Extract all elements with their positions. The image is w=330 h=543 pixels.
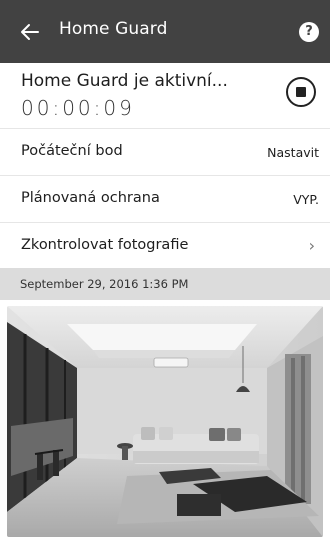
- start-point-value[interactable]: Nastavit: [267, 145, 319, 160]
- scheduled-protection-value[interactable]: VYP.: [293, 192, 319, 207]
- page-title: Home Guard: [59, 19, 168, 39]
- captured-photo[interactable]: [7, 306, 323, 537]
- check-photos-label: Zkontrolovat fotografie: [21, 237, 189, 253]
- home-guard-screen: Home Guard ? Home Guard je aktivní... 00…: [0, 0, 330, 543]
- photo-date: September 29, 2016 1:36 PM: [20, 277, 189, 291]
- status-panel: Home Guard je aktivní... 00:00:09: [0, 63, 330, 129]
- start-point-row[interactable]: Počáteční bod Nastavit: [0, 129, 330, 176]
- status-text: Home Guard je aktivní...: [21, 71, 228, 91]
- start-point-label: Počáteční bod: [21, 143, 123, 159]
- scheduled-protection-label: Plánovaná ochrana: [21, 190, 160, 206]
- help-icon[interactable]: ?: [299, 22, 319, 42]
- check-photos-row[interactable]: Zkontrolovat fotografie ›: [0, 223, 330, 270]
- stop-icon[interactable]: [286, 77, 316, 107]
- scheduled-protection-row[interactable]: Plánovaná ochrana VYP.: [0, 176, 330, 223]
- back-arrow-icon[interactable]: [18, 20, 42, 44]
- app-bar: Home Guard ?: [0, 0, 330, 63]
- elapsed-timer: 00:00:09: [21, 96, 135, 120]
- room-photo-image: [7, 306, 323, 537]
- chevron-right-icon: ›: [308, 236, 315, 255]
- photo-date-bar: September 29, 2016 1:36 PM: [0, 268, 330, 300]
